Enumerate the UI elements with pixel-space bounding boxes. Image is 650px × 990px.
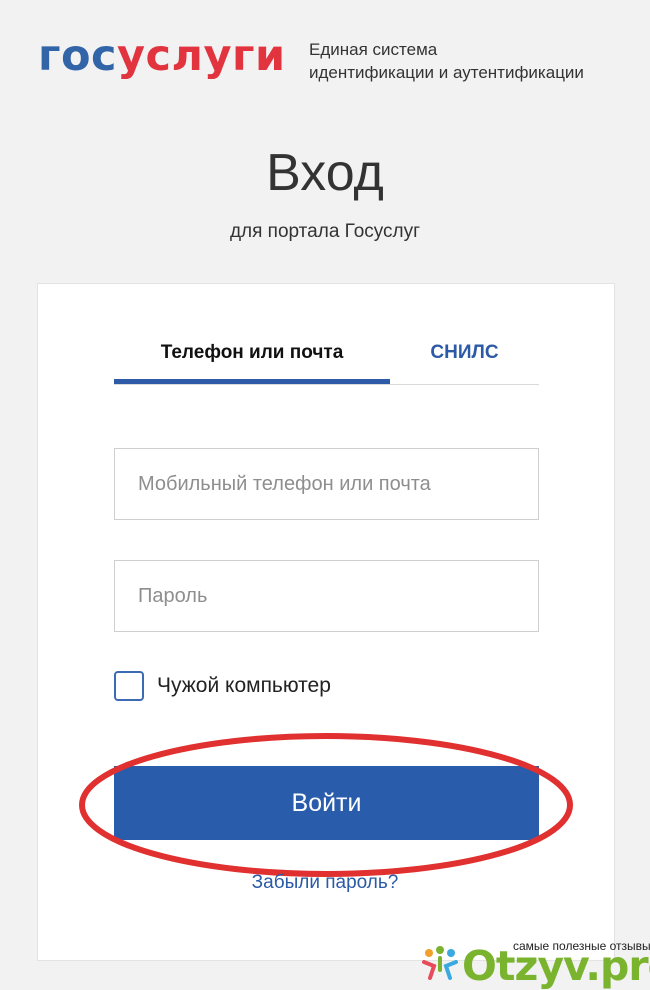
- system-name-line-2: идентификации и аутентификации: [309, 63, 584, 82]
- tab-snils[interactable]: СНИЛС: [390, 326, 539, 383]
- login-tabs: Телефон или почта СНИЛС: [114, 326, 539, 385]
- login-field: [114, 448, 539, 520]
- forgot-password-link[interactable]: Забыли пароль?: [0, 872, 650, 894]
- logo-part-uslugi: услуги: [117, 31, 286, 81]
- logo-part-gos: гос: [38, 31, 117, 81]
- foreign-computer-label[interactable]: Чужой компьютер: [157, 674, 331, 698]
- system-name: Единая система идентификации и аутентифи…: [309, 38, 584, 84]
- header: госуслуги Единая система идентификации и…: [0, 0, 650, 130]
- tab-phone-or-email[interactable]: Телефон или почта: [114, 326, 390, 384]
- page-title: Вход: [266, 144, 384, 202]
- login-input[interactable]: [115, 449, 538, 519]
- login-button[interactable]: Войти: [114, 766, 539, 840]
- watermark-site-name: Otzyv.pro: [462, 942, 650, 990]
- password-input[interactable]: [115, 561, 538, 631]
- password-field: [114, 560, 539, 632]
- page-subtitle: для портала Госуслуг: [229, 221, 421, 242]
- otzyv-logo-icon: [422, 946, 458, 980]
- system-name-line-1: Единая система: [309, 40, 438, 59]
- gosuslugi-logo[interactable]: госуслуги: [38, 30, 286, 82]
- foreign-computer-checkbox[interactable]: [114, 671, 144, 701]
